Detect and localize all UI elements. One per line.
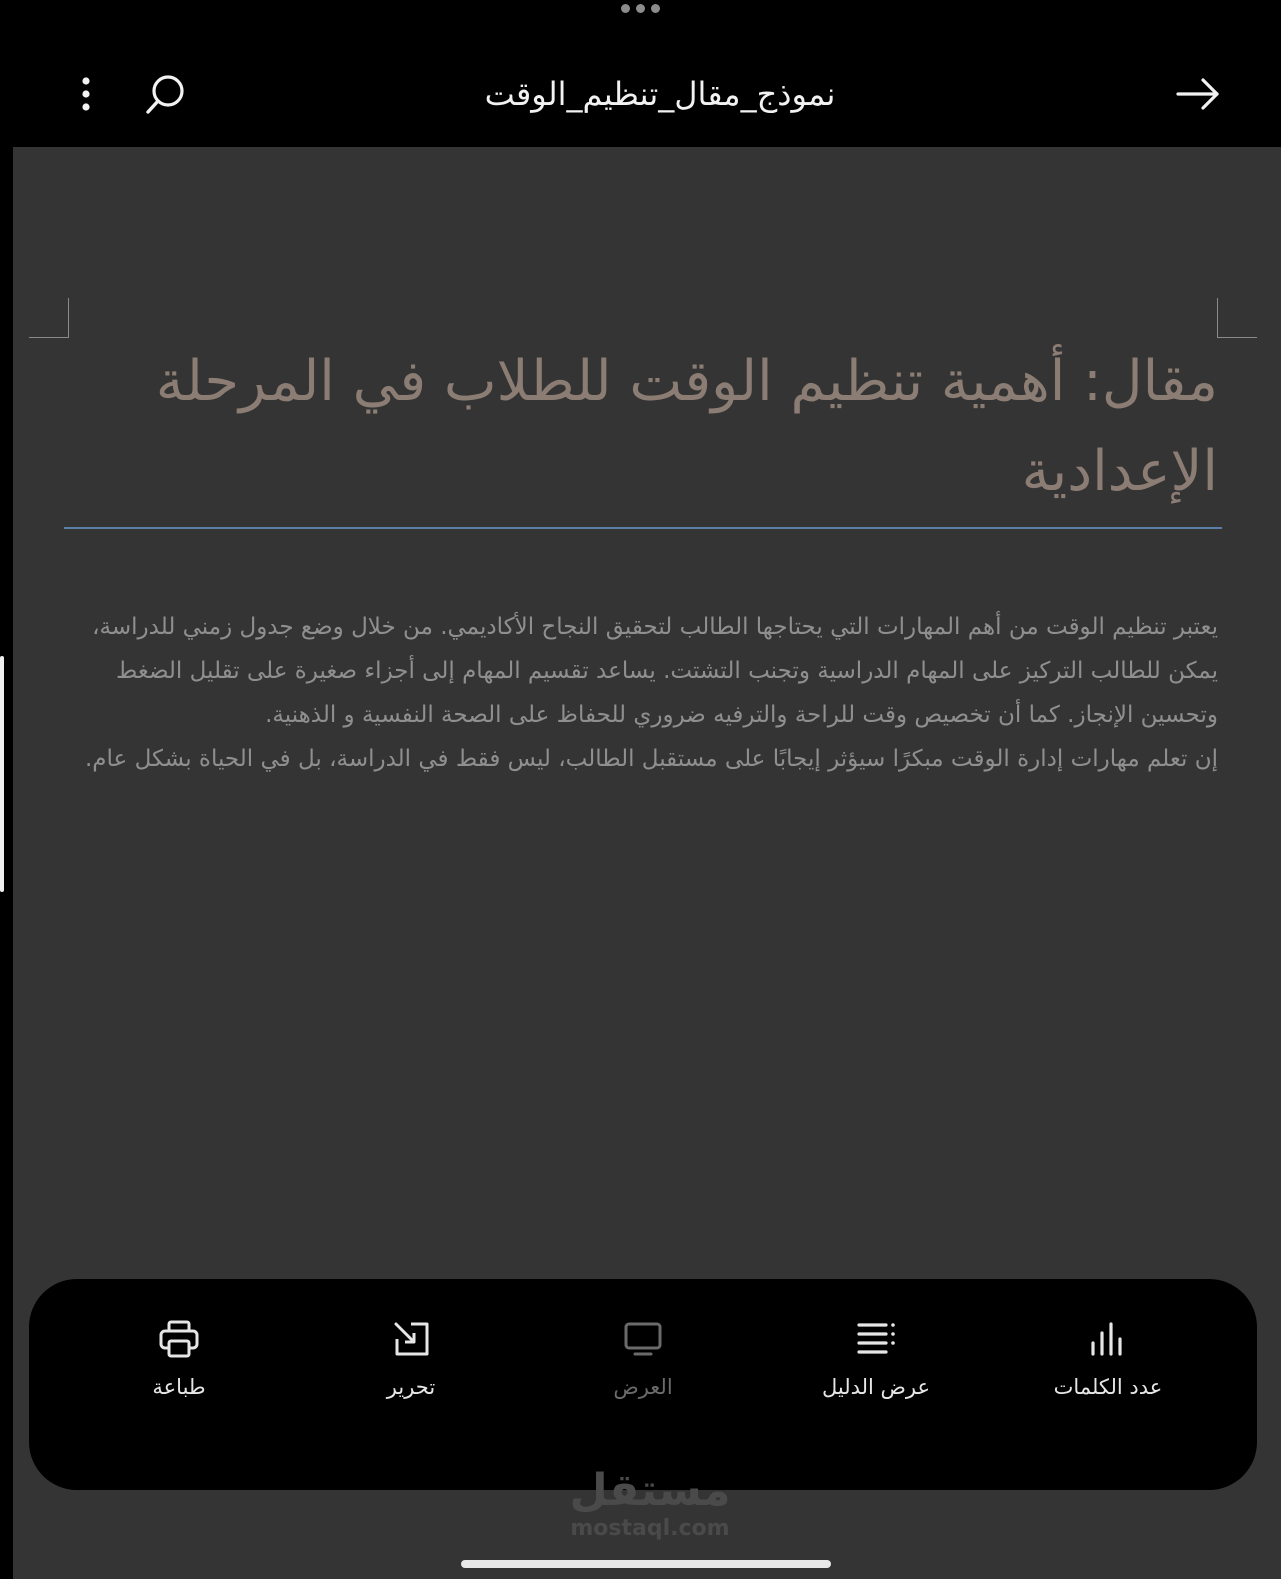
document-file-name: نموذج_مقال_تنظيم_الوقت bbox=[484, 75, 836, 113]
body-paragraph: إن تعلم مهارات إدارة الوقت مبكرًا سيؤثر … bbox=[84, 746, 1218, 772]
word-count-label: عدد الكلمات bbox=[1053, 1375, 1163, 1399]
app-header: نموذج_مقال_تنظيم_الوقت bbox=[0, 48, 1281, 140]
page-corner-mark-left bbox=[29, 298, 69, 338]
print-icon bbox=[155, 1315, 203, 1363]
show-outline-button[interactable]: عرض الدليل bbox=[776, 1315, 976, 1415]
title-underline bbox=[64, 527, 1222, 529]
more-options-button[interactable] bbox=[64, 70, 108, 118]
arrow-right-icon bbox=[1176, 78, 1219, 110]
search-icon bbox=[146, 75, 184, 114]
home-indicator-bar[interactable] bbox=[461, 1560, 831, 1568]
show-outline-label: عرض الدليل bbox=[821, 1375, 931, 1399]
edit-icon bbox=[387, 1315, 435, 1363]
print-button[interactable]: طباعة bbox=[79, 1315, 279, 1415]
bar-chart-icon bbox=[1084, 1315, 1132, 1363]
search-button[interactable] bbox=[138, 68, 192, 122]
edit-button[interactable]: تحرير bbox=[311, 1315, 511, 1415]
document-title: مقال: أهمية تنظيم الوقت للطلاب في المرحل… bbox=[155, 349, 1218, 504]
window-handle-dots[interactable] bbox=[0, 4, 1281, 13]
word-count-button[interactable]: عدد الكلمات bbox=[1008, 1315, 1208, 1415]
view-label: العرض bbox=[613, 1375, 673, 1399]
app-window: نموذج_مقال_تنظيم_الوقت مقال: أهمية تنظيم… bbox=[0, 0, 1281, 1579]
body-paragraph: يعتبر تنظيم الوقت من أهم المهارات التي ي… bbox=[92, 614, 1218, 728]
back-button[interactable] bbox=[1168, 70, 1228, 118]
document-body: يعتبر تنظيم الوقت من أهم المهارات التي ي… bbox=[68, 605, 1218, 781]
print-label: طباعة bbox=[152, 1375, 206, 1399]
view-button[interactable]: العرض bbox=[543, 1315, 743, 1415]
edge-panel-handle[interactable] bbox=[0, 656, 4, 892]
monitor-icon bbox=[619, 1315, 667, 1363]
more-vertical-icon bbox=[82, 77, 90, 111]
page-corner-mark-right bbox=[1217, 298, 1257, 338]
outline-list-icon bbox=[852, 1315, 900, 1363]
bottom-toolbar: عدد الكلمات عرض الدليل العرض تحرير طباعة bbox=[29, 1279, 1257, 1490]
edit-label: تحرير bbox=[386, 1375, 436, 1399]
